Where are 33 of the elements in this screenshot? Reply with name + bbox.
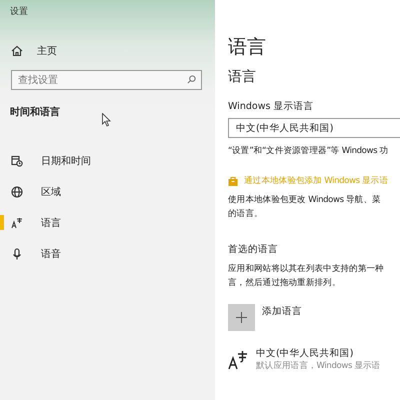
calendar-clock-icon xyxy=(11,154,23,166)
microphone-icon xyxy=(11,248,23,260)
search-icon xyxy=(187,75,196,84)
window-title: 设置 xyxy=(9,6,29,19)
add-language-label[interactable]: 添加语言 xyxy=(262,305,302,318)
language-detail: 默认应用语言，Windows 显示语 xyxy=(256,360,380,372)
language-icon xyxy=(11,216,23,228)
nav-item[interactable]: 日期和时间 xyxy=(0,145,215,176)
language-dropdown[interactable]: 中文(中华人民共和国) xyxy=(228,118,400,138)
description-text: 应用和网站将以其在列表中支持的第一种 xyxy=(228,262,385,276)
section-title: 时间和语言 xyxy=(10,105,60,118)
shopping-bag-icon xyxy=(228,176,238,186)
language-icon xyxy=(228,350,248,370)
home-icon xyxy=(11,45,23,57)
language-name: 中文(中华人民共和国) xyxy=(256,347,354,360)
mouse-pointer-icon xyxy=(102,113,111,127)
page-title: 语言 xyxy=(228,35,267,60)
section-heading: 语言 xyxy=(228,68,257,87)
section-heading: 首选的语言 xyxy=(228,243,279,256)
description-text: 言，然后通过拖动重新排列。 xyxy=(228,276,342,290)
home-nav-item[interactable]: 主页 xyxy=(0,40,215,62)
globe-icon xyxy=(11,186,23,198)
description-text: 使用本地体验包更改 Windows 导航、菜 xyxy=(228,194,382,207)
plus-icon xyxy=(236,312,247,323)
field-label: Windows 显示语言 xyxy=(228,100,314,113)
search-field[interactable]: 查找设置 xyxy=(11,70,202,90)
home-label: 主页 xyxy=(37,44,57,58)
language-list-item[interactable]: 中文(中华人民共和国) 默认应用语言，Windows 显示语 xyxy=(228,347,400,372)
description-text: “设置”和“文件资源管理器”等 Windows 功 xyxy=(228,145,390,157)
add-language-button[interactable] xyxy=(228,304,255,331)
nav-item[interactable]: 语音 xyxy=(0,238,215,269)
nav-item[interactable]: 区域 xyxy=(0,176,215,207)
description-text: 的语言。 xyxy=(228,208,264,221)
